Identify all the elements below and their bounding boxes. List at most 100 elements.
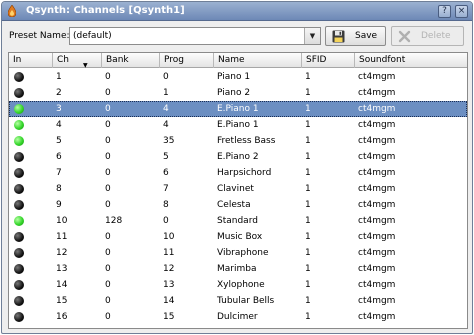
sfid-cell: 1 — [305, 248, 311, 258]
bank-cell: 0 — [105, 72, 111, 82]
activity-led-off-icon — [14, 312, 24, 322]
sfid-cell: 1 — [305, 296, 311, 306]
instrument-name-cell: Xylophone — [217, 280, 265, 290]
sfid-cell: 1 — [305, 168, 311, 178]
table-row[interactable]: 14 0 13 Xylophone 1 ct4mgm — [9, 277, 467, 293]
save-label: Save — [355, 31, 378, 41]
soundfont-cell: ct4mgm — [358, 248, 396, 258]
channel-cell: 14 — [56, 280, 68, 290]
program-cell: 0 — [163, 72, 169, 82]
table-row[interactable]: 11 0 10 Music Box 1 ct4mgm — [9, 229, 467, 245]
soundfont-cell: ct4mgm — [358, 200, 396, 210]
bank-cell: 0 — [105, 184, 111, 194]
bank-cell: 0 — [105, 136, 111, 146]
window-title: Qsynth: Channels [Qsynth1] — [26, 5, 185, 16]
preset-combo[interactable]: ▼ — [69, 27, 321, 45]
activity-led-off-icon — [14, 264, 24, 274]
bank-cell: 0 — [105, 312, 111, 322]
soundfont-cell: ct4mgm — [358, 88, 396, 98]
program-cell: 14 — [163, 296, 175, 306]
column-header-ch[interactable]: Ch ▼ — [53, 53, 102, 69]
soundfont-cell: ct4mgm — [358, 120, 396, 130]
program-cell: 4 — [163, 120, 169, 130]
activity-led-off-icon — [14, 232, 24, 242]
instrument-name-cell: Marimba — [217, 264, 257, 274]
table-row[interactable]: 3 0 4 E.Piano 1 1 ct4mgm — [9, 101, 467, 117]
chevron-down-icon[interactable]: ▼ — [304, 28, 320, 44]
bank-cell: 0 — [105, 168, 111, 178]
column-header-soundfont[interactable]: Soundfont — [355, 53, 467, 68]
sfid-cell: 1 — [305, 184, 311, 194]
table-row[interactable]: 15 0 14 Tubular Bells 1 ct4mgm — [9, 293, 467, 309]
table-row[interactable]: 7 0 6 Harpsichord 1 ct4mgm — [9, 165, 467, 181]
sfid-cell: 1 — [305, 88, 311, 98]
program-cell: 11 — [163, 248, 175, 258]
program-cell: 1 — [163, 88, 169, 98]
delete-label: Delete — [421, 31, 451, 41]
table-row[interactable]: 2 0 1 Piano 2 1 ct4mgm — [9, 85, 467, 101]
table-header: In Ch ▼ Bank Prog Name SFID Soundfont — [9, 53, 467, 69]
bank-cell: 0 — [105, 280, 111, 290]
activity-led-off-icon — [14, 72, 24, 82]
title-bar[interactable]: Qsynth: Channels [Qsynth1] ? × — [2, 2, 472, 21]
table-row[interactable]: 5 0 35 Fretless Bass 1 ct4mgm — [9, 133, 467, 149]
table-row[interactable]: 1 0 0 Piano 1 1 ct4mgm — [9, 69, 467, 85]
activity-led-on-icon — [14, 120, 24, 130]
bank-cell: 0 — [105, 296, 111, 306]
bank-cell: 0 — [105, 88, 111, 98]
program-cell: 15 — [163, 312, 175, 322]
channel-cell: 16 — [56, 312, 68, 322]
preset-name-input[interactable] — [70, 28, 303, 44]
channel-cell: 11 — [56, 232, 68, 242]
soundfont-cell: ct4mgm — [358, 168, 396, 178]
soundfont-cell: ct4mgm — [358, 216, 396, 226]
preset-name-label: Preset Name: — [9, 31, 70, 41]
instrument-name-cell: Piano 1 — [217, 72, 251, 82]
instrument-name-cell: Clavinet — [217, 184, 254, 194]
program-cell: 35 — [163, 136, 175, 146]
column-header-name[interactable]: Name — [214, 53, 302, 68]
sfid-cell: 1 — [305, 72, 311, 82]
help-button[interactable]: ? — [438, 5, 451, 18]
delete-button[interactable]: Delete — [391, 26, 464, 46]
sfid-cell: 1 — [305, 264, 311, 274]
instrument-name-cell: Dulcimer — [217, 312, 258, 322]
sfid-cell: 1 — [305, 280, 311, 290]
instrument-name-cell: Tubular Bells — [217, 296, 275, 306]
column-header-bank[interactable]: Bank — [102, 53, 160, 68]
table-row[interactable]: 12 0 11 Vibraphone 1 ct4mgm — [9, 245, 467, 261]
program-cell: 10 — [163, 232, 175, 242]
column-header-sfid[interactable]: SFID — [302, 53, 355, 68]
column-header-prog[interactable]: Prog — [160, 53, 214, 68]
instrument-name-cell: Music Box — [217, 232, 263, 242]
program-cell: 6 — [163, 168, 169, 178]
channel-cell: 13 — [56, 264, 68, 274]
channels-table[interactable]: In Ch ▼ Bank Prog Name SFID Soundfont 100… — [8, 52, 468, 329]
sfid-cell: 1 — [305, 216, 311, 226]
table-row[interactable]: 13 0 12 Marimba 1 ct4mgm — [9, 261, 467, 277]
table-row[interactable]: 4 0 4 E.Piano 1 1 ct4mgm — [9, 117, 467, 133]
channel-cell: 4 — [56, 120, 62, 130]
channel-cell: 7 — [56, 168, 62, 178]
bank-cell: 0 — [105, 248, 111, 258]
sfid-cell: 1 — [305, 232, 311, 242]
instrument-name-cell: Piano 2 — [217, 88, 251, 98]
channel-cell: 5 — [56, 136, 62, 146]
soundfont-cell: ct4mgm — [358, 232, 396, 242]
activity-led-off-icon — [14, 296, 24, 306]
table-row[interactable]: 8 0 7 Clavinet 1 ct4mgm — [9, 181, 467, 197]
sfid-cell: 1 — [305, 104, 311, 114]
instrument-name-cell: Standard — [217, 216, 258, 226]
bank-cell: 0 — [105, 264, 111, 274]
table-row[interactable]: 6 0 5 E.Piano 2 1 ct4mgm — [9, 149, 467, 165]
table-row[interactable]: 9 0 8 Celesta 1 ct4mgm — [9, 197, 467, 213]
close-button[interactable]: × — [455, 5, 468, 18]
column-label: Bank — [106, 55, 129, 65]
instrument-name-cell: Celesta — [217, 200, 251, 210]
save-button[interactable]: Save — [325, 26, 386, 46]
column-header-in[interactable]: In — [9, 53, 53, 68]
column-label: SFID — [306, 55, 327, 65]
table-row[interactable]: 10 128 0 Standard 1 ct4mgm — [9, 213, 467, 229]
table-row[interactable]: 16 0 15 Dulcimer 1 ct4mgm — [9, 309, 467, 325]
column-label: Prog — [164, 55, 184, 65]
